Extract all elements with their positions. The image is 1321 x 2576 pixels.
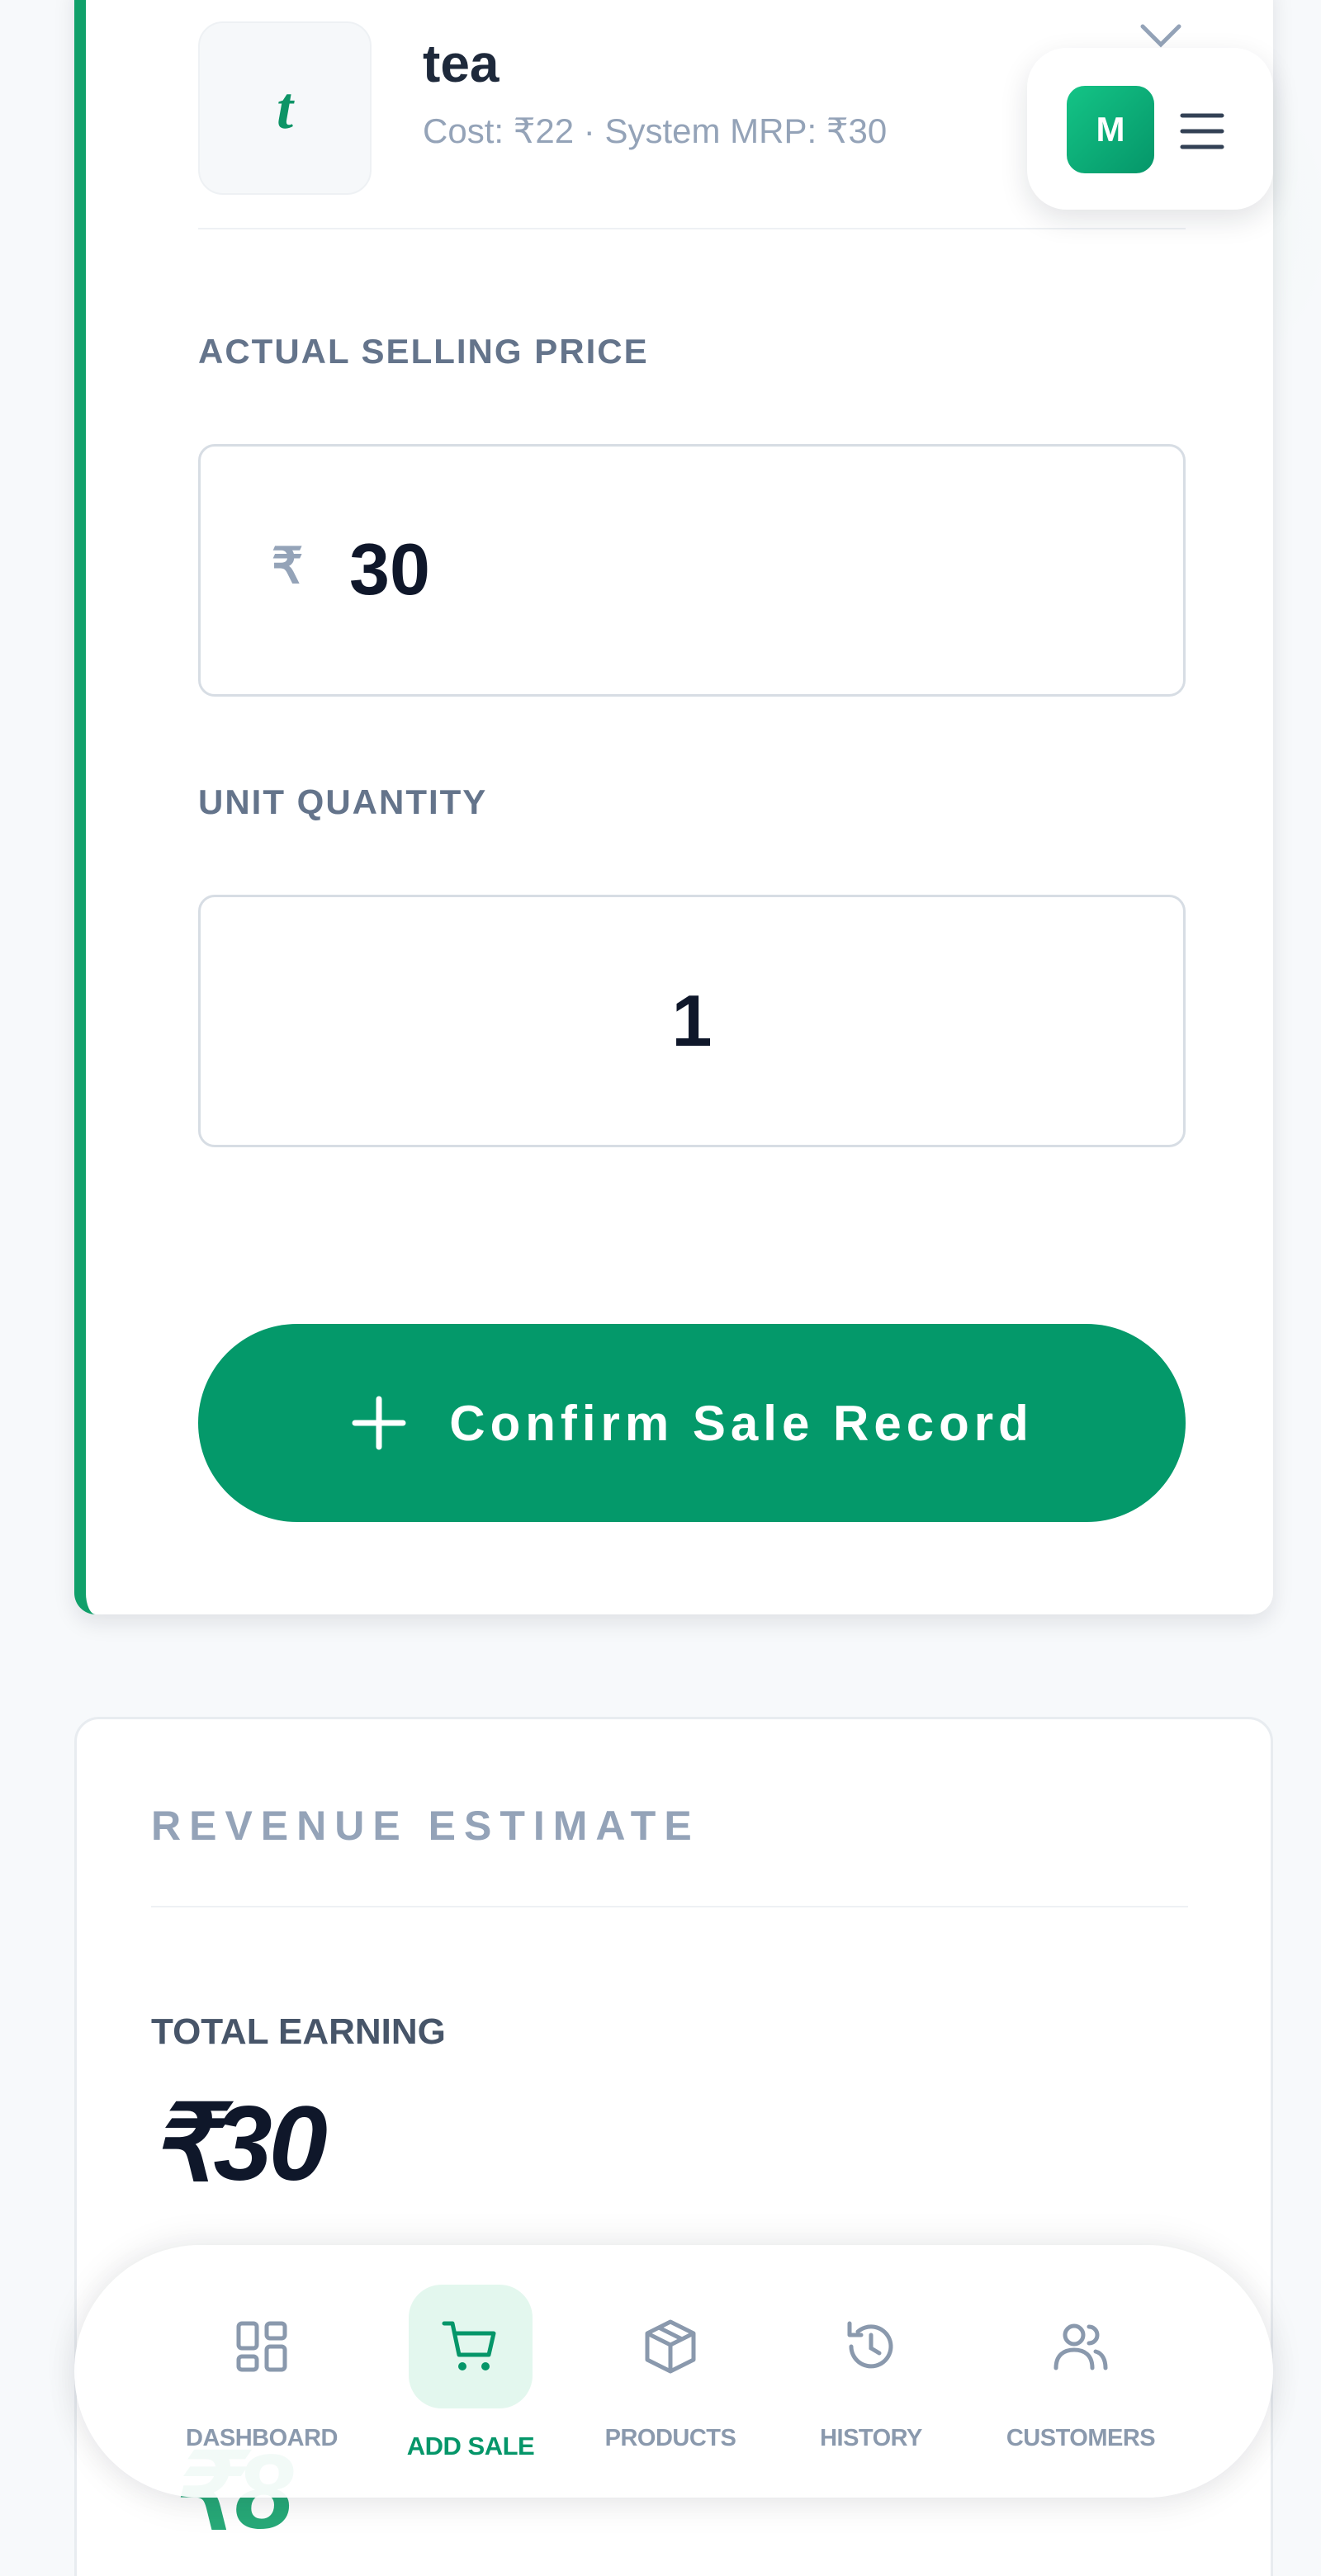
nav-icon-container — [409, 2285, 533, 2408]
price-label: ACTUAL SELLING PRICE — [198, 332, 649, 371]
users-icon — [1053, 2323, 1108, 2370]
nav-icon-container — [200, 2285, 324, 2408]
nav-icon-container — [608, 2285, 732, 2408]
hamburger-menu-icon[interactable] — [1179, 111, 1225, 152]
confirm-sale-label: Confirm Sale Record — [449, 1395, 1034, 1451]
nav-history[interactable]: HISTORY — [780, 2245, 962, 2498]
nav-label: ADD SALE — [406, 2432, 535, 2460]
nav-add-sale[interactable]: ADD SALE — [380, 2245, 561, 2498]
sale-form-card: t tea Cost: ₹22 · System MRP: ₹30 ACTUAL… — [74, 0, 1273, 1614]
bottom-nav: DASHBOARD ADD SALE PRODUCTS HISTORY CUST… — [74, 2245, 1273, 2498]
divider — [198, 228, 1186, 229]
nav-icon-container — [1019, 2285, 1143, 2408]
product-cost-mrp: Cost: ₹22 · System MRP: ₹30 — [423, 111, 888, 150]
rupee-prefix: ₹ — [272, 538, 304, 593]
quantity-value: 1 — [671, 980, 713, 1061]
confirm-sale-button[interactable]: Confirm Sale Record — [198, 1324, 1186, 1522]
total-earning-label: TOTAL EARNING — [151, 2011, 446, 2052]
cart-icon — [442, 2321, 496, 2370]
plus-icon — [352, 1396, 406, 1450]
product-name: tea — [423, 34, 500, 93]
quantity-input[interactable]: 1 — [198, 895, 1186, 1147]
history-icon — [847, 2321, 893, 2369]
revenue-title: REVENUE ESTIMATE — [151, 1803, 700, 1849]
nav-label: HISTORY — [820, 2425, 922, 2451]
user-menu: M — [1027, 48, 1273, 210]
quantity-label: UNIT QUANTITY — [198, 782, 488, 821]
nav-customers[interactable]: CUSTOMERS — [990, 2245, 1172, 2498]
selling-price-input[interactable]: ₹ 30 — [198, 444, 1186, 697]
user-avatar[interactable]: M — [1067, 86, 1154, 173]
divider — [151, 1906, 1188, 1907]
box-icon — [645, 2319, 696, 2374]
nav-icon-container — [809, 2285, 933, 2408]
product-avatar: t — [198, 21, 372, 195]
nav-dashboard[interactable]: DASHBOARD — [171, 2245, 353, 2498]
dashboard-icon — [236, 2321, 287, 2372]
nav-products[interactable]: PRODUCTS — [580, 2245, 761, 2498]
nav-label: PRODUCTS — [604, 2425, 736, 2451]
nav-label: CUSTOMERS — [1006, 2425, 1156, 2451]
nav-label: DASHBOARD — [186, 2425, 339, 2451]
total-earning-value: ₹30 — [149, 2085, 328, 2203]
selling-price-value: 30 — [349, 528, 430, 610]
